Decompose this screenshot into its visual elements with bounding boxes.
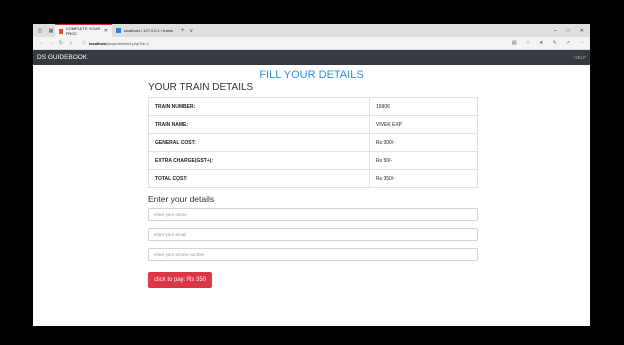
browser-window: ◫ ▦ COMPLETE YOUR PROC ✕ localhost / 127…	[33, 24, 590, 326]
refresh-icon[interactable]: ↻	[56, 40, 66, 46]
tab-label: COMPLETE YOUR PROC	[65, 26, 101, 36]
row-value: Rs 50/-	[369, 151, 478, 170]
phone-input[interactable]	[148, 248, 478, 261]
help-link[interactable]: HELP	[574, 55, 586, 60]
home-icon[interactable]: ⌂	[66, 40, 76, 46]
table-row: TOTAL COST: Rs 350/-	[148, 169, 478, 188]
row-label: TOTAL COST:	[148, 169, 370, 188]
favicon-icon	[116, 28, 121, 33]
row-label: GENERAL COST:	[148, 133, 370, 152]
maximize-icon[interactable]: □	[567, 28, 570, 34]
address-bar-row: ← → ↻ ⌂ ⓘ localhost/project/select.php?i…	[33, 37, 590, 50]
details-form: YOUR TRAIN DETAILS TRAIN NUMBER: 15906 T…	[148, 82, 478, 288]
minimize-icon[interactable]: –	[554, 28, 557, 34]
share-icon[interactable]: ↗	[566, 40, 570, 46]
row-label: TRAIN NUMBER:	[148, 97, 370, 116]
brand-logo[interactable]: DS GUIDEBOOK	[37, 54, 87, 61]
name-input[interactable]	[148, 208, 478, 221]
tab-aside-icon[interactable]: ▦	[47, 27, 55, 35]
favorite-star-icon[interactable]: ☆	[526, 40, 530, 46]
table-row: TRAIN NAME: VIVEK EXP	[148, 115, 478, 134]
close-tab-icon[interactable]: ✕	[104, 28, 108, 34]
more-icon[interactable]: ⋯	[579, 40, 584, 46]
details-heading: Enter your details	[148, 194, 215, 204]
back-icon[interactable]: ←	[36, 40, 46, 46]
pen-icon[interactable]: ✎	[553, 40, 557, 46]
train-details-heading: YOUR TRAIN DETAILS	[148, 82, 254, 93]
address-bar[interactable]: ⓘ localhost/project/select.php?id=1	[82, 40, 149, 46]
row-value: 15906	[369, 97, 478, 116]
row-label: EXTRA CHARGE(GST+):	[148, 151, 370, 170]
tab-phpmyadmin[interactable]: localhost / 127.0.0.1 / trains	[112, 24, 177, 37]
pay-button[interactable]: click to pay: Rs 350	[148, 272, 213, 288]
url-path: /project/select.php?id=1	[106, 40, 149, 46]
row-value: Rs 300/-	[369, 133, 478, 152]
row-label: TRAIN NAME:	[148, 115, 370, 134]
row-value: VIVEK EXP	[369, 115, 478, 134]
train-details-table: TRAIN NUMBER: 15906 TRAIN NAME: VIVEK EX…	[148, 97, 478, 188]
new-tab-icon[interactable]: +	[181, 28, 185, 34]
chevron-down-icon[interactable]: ∨	[189, 28, 193, 34]
close-window-icon[interactable]: ✕	[580, 28, 584, 34]
forward-icon[interactable]: →	[46, 40, 56, 46]
tab-actions-icon[interactable]: ◫	[36, 27, 44, 35]
table-row: EXTRA CHARGE(GST+): Rs 50/-	[148, 151, 478, 170]
reading-view-icon[interactable]: ▤	[512, 40, 517, 46]
site-navbar: DS GUIDEBOOK HELP	[33, 50, 590, 65]
url-host: localhost	[89, 40, 107, 46]
row-value: Rs 350/-	[369, 169, 478, 188]
page-title: FILL YOUR DETAILS	[259, 69, 364, 81]
table-row: TRAIN NUMBER: 15906	[148, 97, 478, 116]
table-row: GENERAL COST: Rs 300/-	[148, 133, 478, 152]
page-info-icon[interactable]: ⓘ	[82, 40, 86, 46]
favicon-icon	[59, 28, 63, 34]
tab-strip: ◫ ▦ COMPLETE YOUR PROC ✕ localhost / 127…	[33, 24, 590, 37]
favorites-icon[interactable]: ★	[539, 40, 543, 46]
email-input[interactable]	[148, 228, 478, 241]
tab-complete-your-proc[interactable]: COMPLETE YOUR PROC ✕	[55, 24, 112, 37]
tab-label: localhost / 127.0.0.1 / trains	[124, 28, 173, 33]
